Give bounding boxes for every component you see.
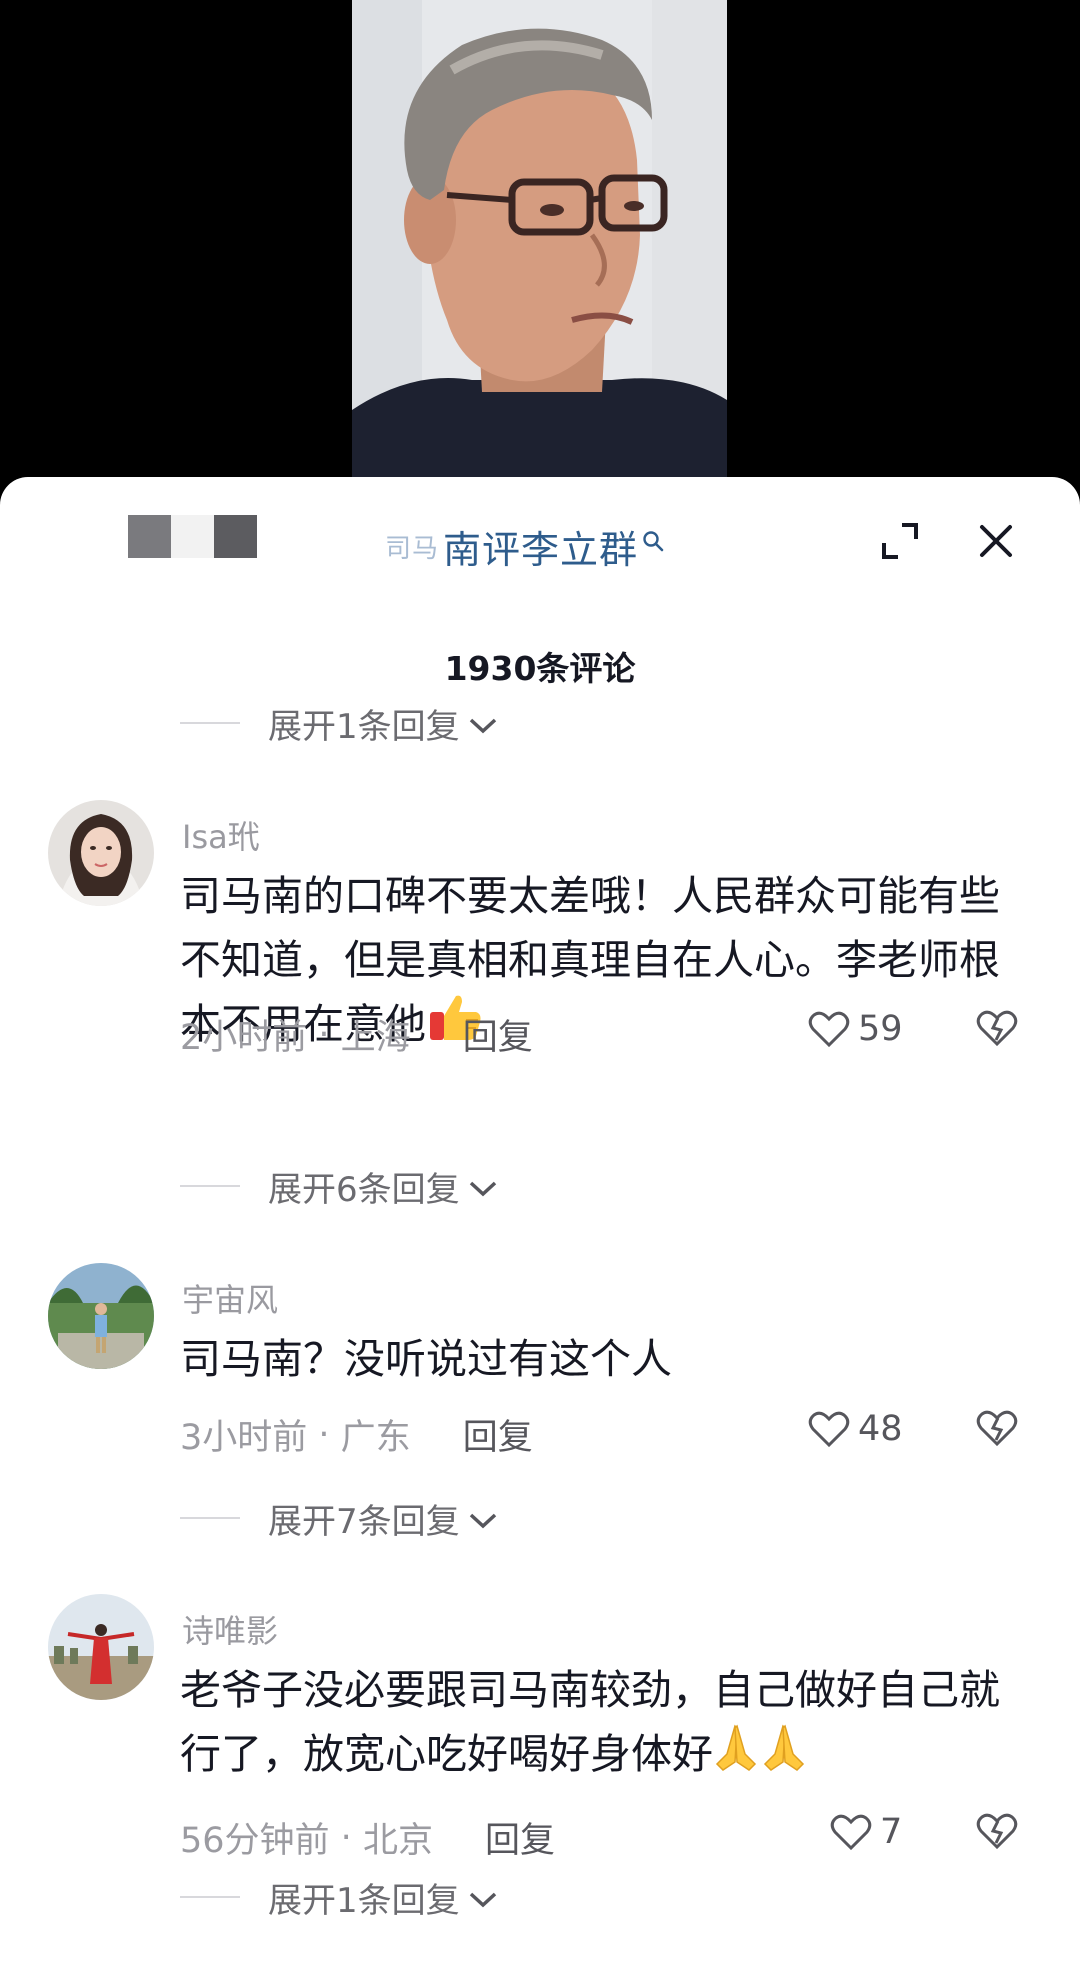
- dislike-button[interactable]: [976, 1409, 1018, 1451]
- comment-meta: 2小时前 · 上海 回复: [180, 1009, 533, 1060]
- dislike-heart-icon: [976, 1813, 1018, 1850]
- comment-text: 司马南？没听说过有这个人: [180, 1335, 672, 1383]
- comment-meta: 56分钟前 · 北京 回复: [180, 1812, 555, 1863]
- username[interactable]: 诗唯影: [182, 1606, 278, 1652]
- folded-hands-emoji: [713, 1724, 809, 1790]
- avatar[interactable]: [48, 800, 154, 906]
- comment-location: 北京: [362, 1821, 433, 1861]
- like-button[interactable]: 59: [808, 1009, 903, 1049]
- dislike-heart-icon: [976, 1410, 1018, 1447]
- expand-replies-label: 展开7条回复: [268, 1501, 460, 1542]
- expand-replies-button[interactable]: 展开1条回复: [180, 700, 498, 747]
- comment-item: 诗唯影 老爷子没必要跟司马南较劲，自己做好自己就行了，放宽心吃好喝好身体好 56…: [0, 1594, 1080, 1861]
- video-frame: [352, 0, 727, 477]
- like-count: 59: [858, 1009, 903, 1049]
- meta-separator: ·: [329, 1817, 363, 1858]
- video-person-image: [352, 0, 727, 477]
- expand-icon[interactable]: [872, 513, 928, 569]
- chevron-down-icon: [468, 1168, 498, 1208]
- divider: [180, 722, 240, 724]
- username[interactable]: Isa玳: [182, 812, 260, 858]
- like-count: 48: [858, 1409, 903, 1449]
- mosaic-blur: [128, 515, 257, 558]
- divider: [180, 1896, 240, 1898]
- heart-icon: [808, 1011, 850, 1048]
- video-player[interactable]: [0, 0, 1080, 477]
- chevron-down-icon: [468, 1879, 498, 1919]
- heart-icon: [830, 1814, 872, 1851]
- comment-count: 1930条评论: [444, 649, 636, 688]
- chevron-down-icon: [468, 1500, 498, 1540]
- avatar[interactable]: [48, 1594, 154, 1700]
- meta-separator: ·: [307, 1414, 341, 1455]
- comment-item: Isa玳 司马南的口碑不要太差哦！人民群众可能有些不知道，但是真相和真理自在人心…: [0, 800, 1080, 1058]
- expand-replies-label: 展开6条回复: [268, 1169, 460, 1210]
- comment-text: 老爷子没必要跟司马南较劲，自己做好自己就行了，放宽心吃好喝好身体好: [180, 1658, 1000, 1790]
- dislike-button[interactable]: [976, 1812, 1018, 1854]
- comment-location: 广东: [340, 1418, 411, 1458]
- search-suggestion[interactable]: 司马 南评李立群: [385, 521, 664, 572]
- meta-separator: ·: [307, 1014, 341, 1055]
- comment-sheet: 司马 南评李立群 1930条评论 展开1条回复 Isa玳 司马南的口碑不要太差哦…: [0, 477, 1080, 1971]
- expand-replies-button[interactable]: 展开7条回复: [180, 1495, 498, 1542]
- comment-time: 56分钟前: [180, 1821, 330, 1861]
- username[interactable]: 宇宙风: [182, 1275, 278, 1321]
- like-count: 7: [880, 1812, 903, 1852]
- divider: [180, 1185, 240, 1187]
- expand-replies-button[interactable]: 展开1条回复: [180, 1874, 498, 1921]
- expand-replies-label: 展开1条回复: [268, 706, 460, 747]
- comment-time: 3小时前: [180, 1418, 308, 1458]
- comment-location: 上海: [340, 1018, 411, 1058]
- like-button[interactable]: 48: [808, 1409, 903, 1449]
- search-prefix: 司马: [385, 533, 440, 564]
- reply-button[interactable]: 回复: [485, 1812, 555, 1863]
- reply-button[interactable]: 回复: [463, 1009, 533, 1060]
- dislike-heart-icon: [976, 1010, 1018, 1047]
- dislike-button[interactable]: [976, 1009, 1018, 1051]
- comment-meta: 3小时前 · 广东 回复: [180, 1409, 533, 1460]
- comment-item: 宇宙风 司马南？没听说过有这个人 3小时前 · 广东 回复 48: [0, 1263, 1080, 1458]
- like-button[interactable]: 7: [830, 1812, 902, 1852]
- divider: [180, 1517, 240, 1519]
- expand-replies-button[interactable]: 展开6条回复: [180, 1163, 498, 1210]
- close-icon[interactable]: [968, 513, 1024, 569]
- chevron-down-icon: [468, 705, 498, 745]
- heart-icon: [808, 1411, 850, 1448]
- avatar[interactable]: [48, 1263, 154, 1369]
- search-query: 南评李立群: [443, 527, 639, 572]
- expand-replies-label: 展开1条回复: [268, 1880, 460, 1921]
- search-icon: [642, 517, 664, 561]
- reply-button[interactable]: 回复: [463, 1409, 533, 1460]
- comment-body: 老爷子没必要跟司马南较劲，自己做好自己就行了，放宽心吃好喝好身体好: [180, 1666, 1000, 1778]
- comment-time: 2小时前: [180, 1018, 308, 1058]
